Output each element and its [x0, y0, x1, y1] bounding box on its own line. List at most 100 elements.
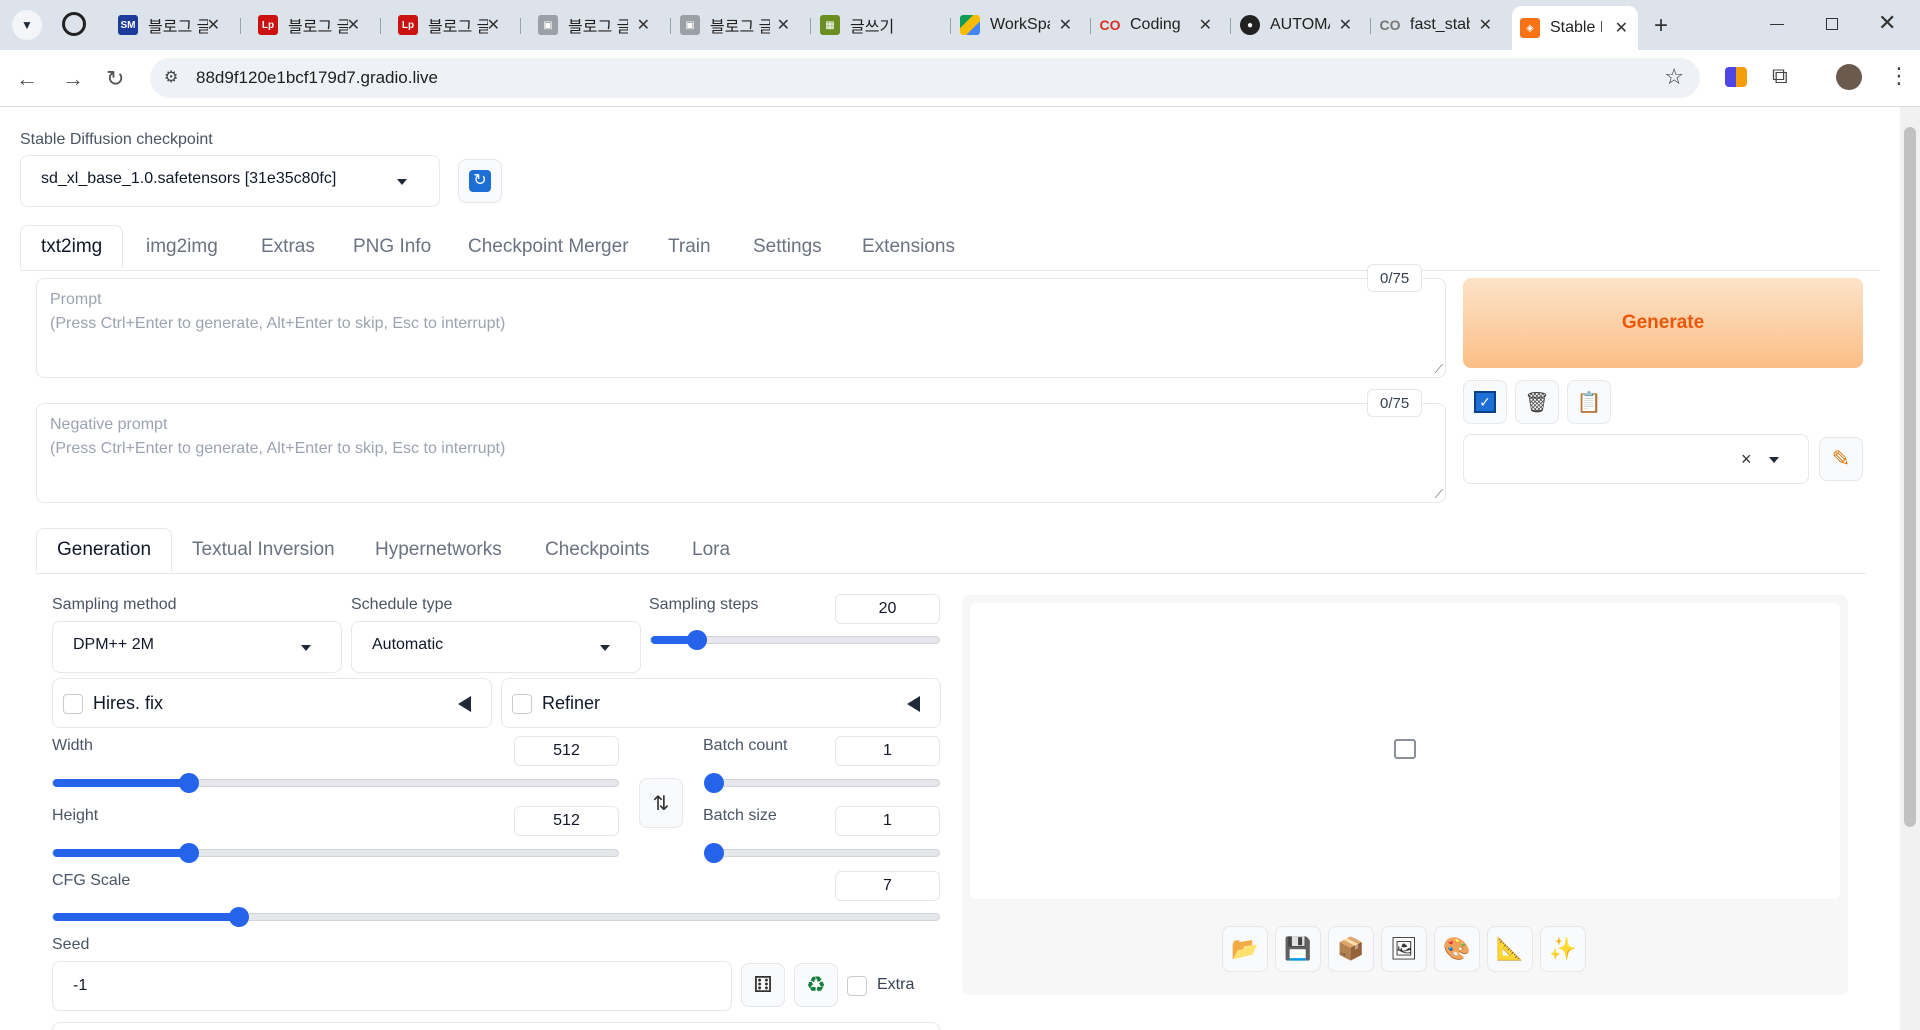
- tab-settings[interactable]: Settings: [753, 236, 822, 258]
- browser-tab[interactable]: WorkSpace ✕: [952, 8, 1082, 42]
- browser-tab[interactable]: ● AUTOMATIC ✕: [1232, 8, 1362, 42]
- url-text[interactable]: 88d9f120e1bcf179d7.gradio.live: [196, 68, 438, 88]
- tab-close-icon[interactable]: ✕: [1199, 15, 1212, 35]
- send-to-inpaint-button[interactable]: 🎨: [1434, 926, 1480, 972]
- batch-size-input[interactable]: 1: [835, 806, 940, 836]
- sampling-method-dropdown[interactable]: DPM++ 2M: [52, 621, 342, 673]
- pinned-tab[interactable]: [62, 12, 86, 36]
- back-icon[interactable]: ←: [16, 66, 38, 92]
- site-info-icon[interactable]: ⚙: [164, 67, 178, 87]
- page-scrollbar[interactable]: [1900, 107, 1920, 1030]
- tab-close-icon[interactable]: ✕: [637, 15, 650, 35]
- browser-tab[interactable]: Lp 블로그 글 ✕: [390, 8, 510, 42]
- slider-handle[interactable]: [704, 773, 724, 793]
- schedule-type-dropdown[interactable]: Automatic: [351, 621, 641, 673]
- tab-extras[interactable]: Extras: [261, 236, 315, 258]
- batch-size-slider[interactable]: [704, 843, 940, 863]
- collapse-arrow-icon[interactable]: [907, 696, 920, 712]
- styles-dropdown[interactable]: ×: [1463, 434, 1809, 484]
- reload-icon[interactable]: ↻: [106, 66, 124, 92]
- tab-close-icon[interactable]: ✕: [1479, 15, 1492, 35]
- refiner-accordion[interactable]: Refiner: [501, 678, 941, 728]
- browser-tab[interactable]: SM 블로그 글 ✕: [110, 8, 230, 42]
- collapse-arrow-icon[interactable]: [458, 696, 471, 712]
- browser-tab[interactable]: ▣ 블로그 글 ✕: [530, 8, 660, 42]
- refiner-checkbox[interactable]: [512, 694, 532, 714]
- menu-icon[interactable]: ⋮: [1888, 63, 1910, 89]
- extra-seed-checkbox[interactable]: [847, 976, 867, 996]
- tab-hypernetworks[interactable]: Hypernetworks: [375, 539, 502, 561]
- clear-selection-icon[interactable]: ×: [1741, 449, 1752, 470]
- tab-txt2img[interactable]: txt2img: [20, 225, 124, 268]
- refresh-checkpoint-button[interactable]: ↻: [458, 159, 502, 203]
- batch-count-slider[interactable]: [704, 773, 940, 793]
- resize-handle-icon[interactable]: ⟋: [1435, 362, 1443, 377]
- edit-styles-button[interactable]: ✎: [1819, 437, 1863, 481]
- tab-search-button[interactable]: ▼: [12, 10, 42, 40]
- resize-handle-icon[interactable]: ⟋: [1435, 487, 1443, 502]
- swap-dimensions-button[interactable]: ⇅: [639, 778, 683, 828]
- negative-prompt-textarea[interactable]: Negative prompt (Press Ctrl+Enter to gen…: [36, 403, 1446, 503]
- tab-img2img[interactable]: img2img: [146, 236, 218, 258]
- browser-tab[interactable]: Lp 블로그 글 ✕: [250, 8, 370, 42]
- batch-count-input[interactable]: 1: [835, 736, 940, 766]
- slider-handle[interactable]: [229, 907, 250, 927]
- clear-prompt-button[interactable]: 🗑: [1515, 380, 1559, 424]
- forward-icon[interactable]: →: [62, 66, 84, 92]
- width-slider[interactable]: [52, 773, 619, 793]
- tab-close-icon[interactable]: ✕: [777, 15, 790, 35]
- reuse-seed-button[interactable]: ♻: [794, 963, 838, 1007]
- tab-close-icon[interactable]: ✕: [1059, 15, 1072, 35]
- hires-fix-accordion[interactable]: Hires. fix: [52, 678, 492, 728]
- cfg-scale-input[interactable]: 7: [835, 871, 940, 901]
- browser-tab[interactable]: ▦ 글쓰기: [812, 8, 940, 42]
- random-seed-button[interactable]: ⚅: [741, 963, 785, 1007]
- image-gallery[interactable]: [970, 603, 1840, 899]
- tab-close-icon[interactable]: ✕: [207, 15, 220, 35]
- puzzle-icon[interactable]: ⧉: [1772, 63, 1788, 89]
- send-to-extras-button[interactable]: 📐: [1487, 926, 1533, 972]
- minimize-icon[interactable]: [1770, 24, 1784, 25]
- restore-icon[interactable]: [1826, 18, 1838, 30]
- extension-icon[interactable]: [1725, 67, 1747, 87]
- tab-textual-inversion[interactable]: Textual Inversion: [192, 539, 335, 561]
- tab-close-icon[interactable]: ✕: [487, 15, 500, 35]
- seed-input[interactable]: -1: [52, 961, 732, 1011]
- browser-tab[interactable]: CO Coding ✕: [1092, 8, 1222, 42]
- hires-fix-checkbox[interactable]: [63, 694, 83, 714]
- cfg-scale-slider[interactable]: [52, 907, 940, 927]
- generate-button[interactable]: Generate: [1463, 278, 1863, 368]
- width-input[interactable]: 512: [514, 736, 619, 766]
- checkpoint-dropdown[interactable]: sd_xl_base_1.0.safetensors [31e35c80fc]: [20, 155, 440, 207]
- tab-close-icon[interactable]: ✕: [347, 15, 360, 35]
- apply-styles-button[interactable]: ✓: [1463, 380, 1507, 424]
- tab-generation[interactable]: Generation: [36, 528, 173, 571]
- tab-train[interactable]: Train: [668, 236, 711, 258]
- send-to-img2img-button[interactable]: 🖼: [1381, 926, 1427, 972]
- prompt-textarea[interactable]: Prompt (Press Ctrl+Enter to generate, Al…: [36, 278, 1446, 378]
- browser-tab-active[interactable]: ◈ Stable Diffusion ✕: [1512, 6, 1638, 50]
- new-tab-button[interactable]: +: [1654, 12, 1668, 40]
- slider-handle[interactable]: [704, 843, 724, 863]
- scrollbar-thumb[interactable]: [1904, 127, 1916, 827]
- tab-extensions[interactable]: Extensions: [862, 236, 955, 258]
- address-bar[interactable]: ⚙ 88d9f120e1bcf179d7.gradio.live ☆: [150, 58, 1700, 98]
- slider-handle[interactable]: [178, 843, 199, 863]
- browser-tab[interactable]: CO fast_stable ✕: [1372, 8, 1502, 42]
- sampling-steps-slider[interactable]: [650, 630, 940, 650]
- tab-checkpoints[interactable]: Checkpoints: [545, 539, 650, 561]
- height-slider[interactable]: [52, 843, 619, 863]
- sampling-steps-input[interactable]: 20: [835, 594, 940, 624]
- browser-tab[interactable]: ▣ 블로그 글 ✕: [672, 8, 800, 42]
- height-input[interactable]: 512: [514, 806, 619, 836]
- tab-close-icon[interactable]: ✕: [1339, 15, 1352, 35]
- close-window-icon[interactable]: ✕: [1878, 10, 1896, 36]
- tab-lora[interactable]: Lora: [692, 539, 730, 561]
- slider-handle[interactable]: [178, 773, 199, 793]
- open-folder-button[interactable]: 📂: [1222, 926, 1268, 972]
- tab-close-icon[interactable]: ✕: [1615, 18, 1628, 38]
- tab-checkpoint-merger[interactable]: Checkpoint Merger: [468, 236, 629, 258]
- upscale-button[interactable]: ✨: [1540, 926, 1586, 972]
- save-button[interactable]: 💾: [1275, 926, 1321, 972]
- paste-button[interactable]: 📋: [1567, 380, 1611, 424]
